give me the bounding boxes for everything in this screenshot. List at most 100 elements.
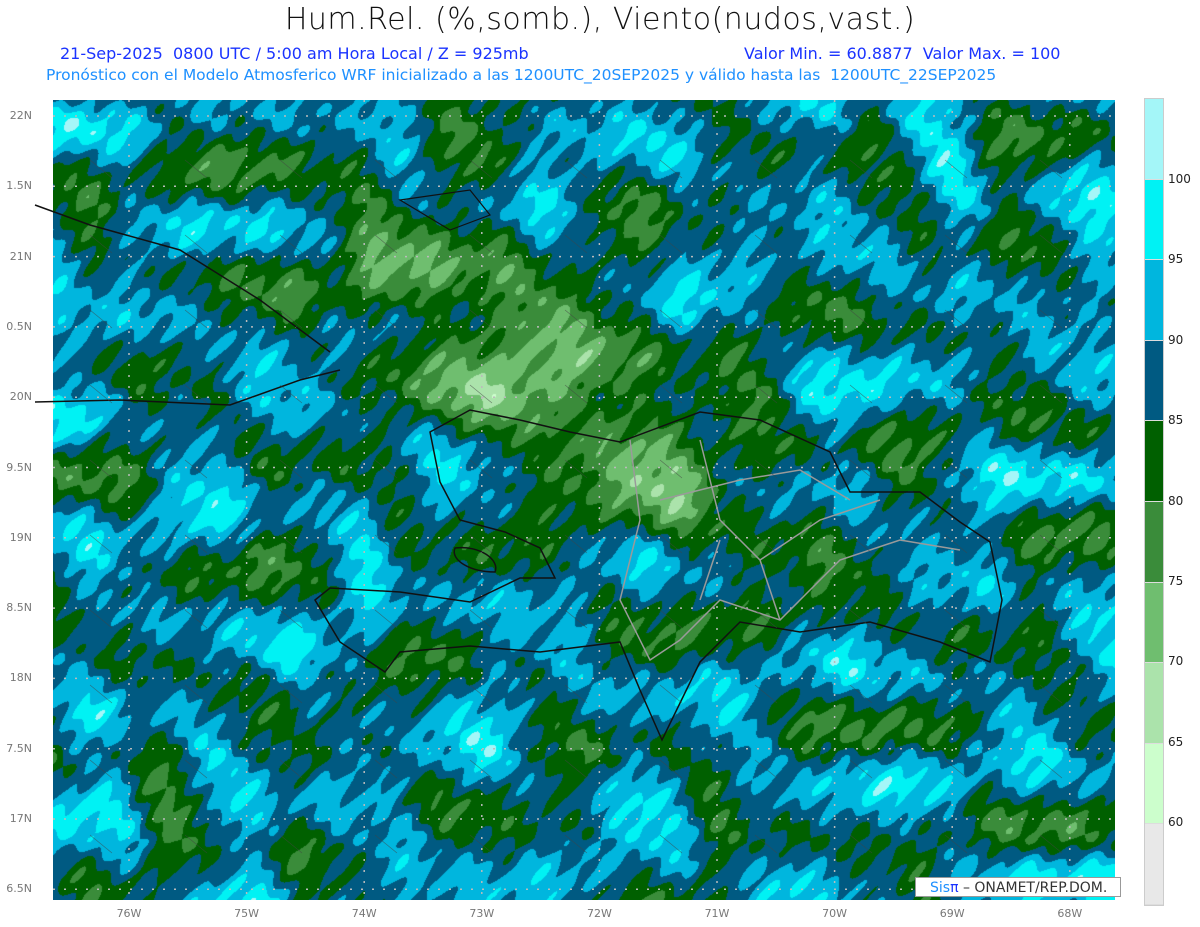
wind-barb: [89, 609, 113, 629]
lat-label: 7.5N: [6, 741, 32, 755]
wind-barb: [849, 609, 873, 629]
wind-barb: [849, 309, 873, 329]
wind-barb: [1039, 684, 1063, 704]
wind-barb: [374, 159, 398, 179]
wind-barb: [1039, 309, 1063, 329]
wind-barb: [659, 684, 683, 704]
wind-barb: [659, 459, 683, 479]
wind-barb: [374, 234, 398, 254]
credit-text: – ONAMET/REP.DOM.: [958, 880, 1108, 896]
wind-barb: [659, 384, 683, 404]
colorbar-label: 60: [1168, 815, 1184, 830]
credit-pi: π: [950, 880, 959, 896]
wind-barb: [89, 309, 113, 329]
colorbar-swatch: [1145, 421, 1163, 502]
wind-barb: [659, 834, 683, 854]
wind-barb: [184, 684, 208, 704]
wind-barb: [89, 684, 113, 704]
lat-label: 6.5N: [6, 882, 32, 896]
cuba-coastline: [34, 369, 341, 406]
wind-barb: [849, 834, 873, 854]
lat-label: 22N: [9, 109, 32, 122]
lat-label: 20N: [9, 390, 32, 404]
lon-label: 70W: [822, 907, 848, 920]
wind-barb: [564, 609, 588, 629]
wind-barb: [89, 834, 113, 854]
wind-barb: [754, 534, 778, 554]
colorbar-swatch: [1145, 260, 1163, 341]
wind-barb: [1039, 609, 1063, 629]
lat-label: 18N: [9, 671, 32, 685]
wind-barb: [659, 234, 683, 254]
wind-barb: [849, 234, 873, 254]
wind-barb: [279, 759, 303, 779]
wind-barb: [659, 759, 683, 779]
cuba-north-coastline: [34, 204, 331, 353]
lat-label: 1.5N: [6, 179, 32, 193]
colorbar-swatch: [1145, 824, 1163, 905]
wind-barb: [849, 759, 873, 779]
wind-barb: [1039, 759, 1063, 779]
wind-barb: [184, 309, 208, 329]
wind-barb: [374, 384, 398, 404]
wind-barb: [754, 384, 778, 404]
wind-barb: [944, 759, 968, 779]
wind-barb: [184, 159, 208, 179]
wind-barb: [1039, 384, 1063, 404]
wind-barb: [564, 459, 588, 479]
wind-barb: [754, 159, 778, 179]
lat-label: 8.5N: [6, 601, 32, 615]
wind-barb: [564, 534, 588, 554]
lon-label: 68W: [1057, 907, 1083, 920]
colorbar-label: 95: [1168, 252, 1184, 267]
colorbar-swatch: [1145, 179, 1163, 261]
wind-barb: [564, 684, 588, 704]
wind-barb: [754, 834, 778, 854]
wind-barb: [1039, 234, 1063, 254]
wind-barb: [469, 759, 493, 779]
wind-barb: [849, 159, 873, 179]
wind-barb: [469, 459, 493, 479]
wind-barb: [279, 459, 303, 479]
wind-barb: [944, 159, 968, 179]
wind-barb: [279, 384, 303, 404]
wind-barb: [564, 159, 588, 179]
colorbar-label: 65: [1168, 734, 1184, 749]
colorbar-swatch: [1145, 663, 1163, 744]
wind-barb: [89, 234, 113, 254]
lon-label: 75W: [234, 907, 260, 920]
wind-barb: [944, 609, 968, 629]
wind-barb: [469, 609, 493, 629]
lat-label: 0.5N: [6, 319, 32, 333]
lat-label: 21N: [9, 249, 32, 263]
wind-barb: [279, 834, 303, 854]
wind-barb: [184, 234, 208, 254]
colorbar-swatch: [1145, 340, 1163, 422]
hispaniola-coastline: [314, 409, 1003, 742]
wind-barb: [659, 309, 683, 329]
wind-barb: [944, 234, 968, 254]
wind-barb: [469, 684, 493, 704]
wind-barb: [279, 684, 303, 704]
credit-box: Sisπ – ONAMET/REP.DOM.: [915, 877, 1121, 897]
wind-barb: [184, 609, 208, 629]
lon-label: 74W: [351, 907, 377, 920]
wind-barb: [279, 234, 303, 254]
wind-barb: [754, 234, 778, 254]
wind-barb: [754, 309, 778, 329]
wind-barb: [89, 159, 113, 179]
wind-barb: [469, 309, 493, 329]
wind-barb: [944, 834, 968, 854]
wind-barb: [754, 684, 778, 704]
wind-barb: [469, 834, 493, 854]
wind-barb: [564, 234, 588, 254]
lat-label: 9.5N: [6, 460, 32, 474]
inagua-coastline: [398, 189, 491, 231]
wind-barb: [374, 759, 398, 779]
province-borders: [619, 439, 961, 662]
wind-barb: [1039, 459, 1063, 479]
wind-barb: [754, 759, 778, 779]
wind-barb: [279, 534, 303, 554]
wind-barb: [1039, 534, 1063, 554]
credit-sis: Sis: [930, 880, 951, 896]
